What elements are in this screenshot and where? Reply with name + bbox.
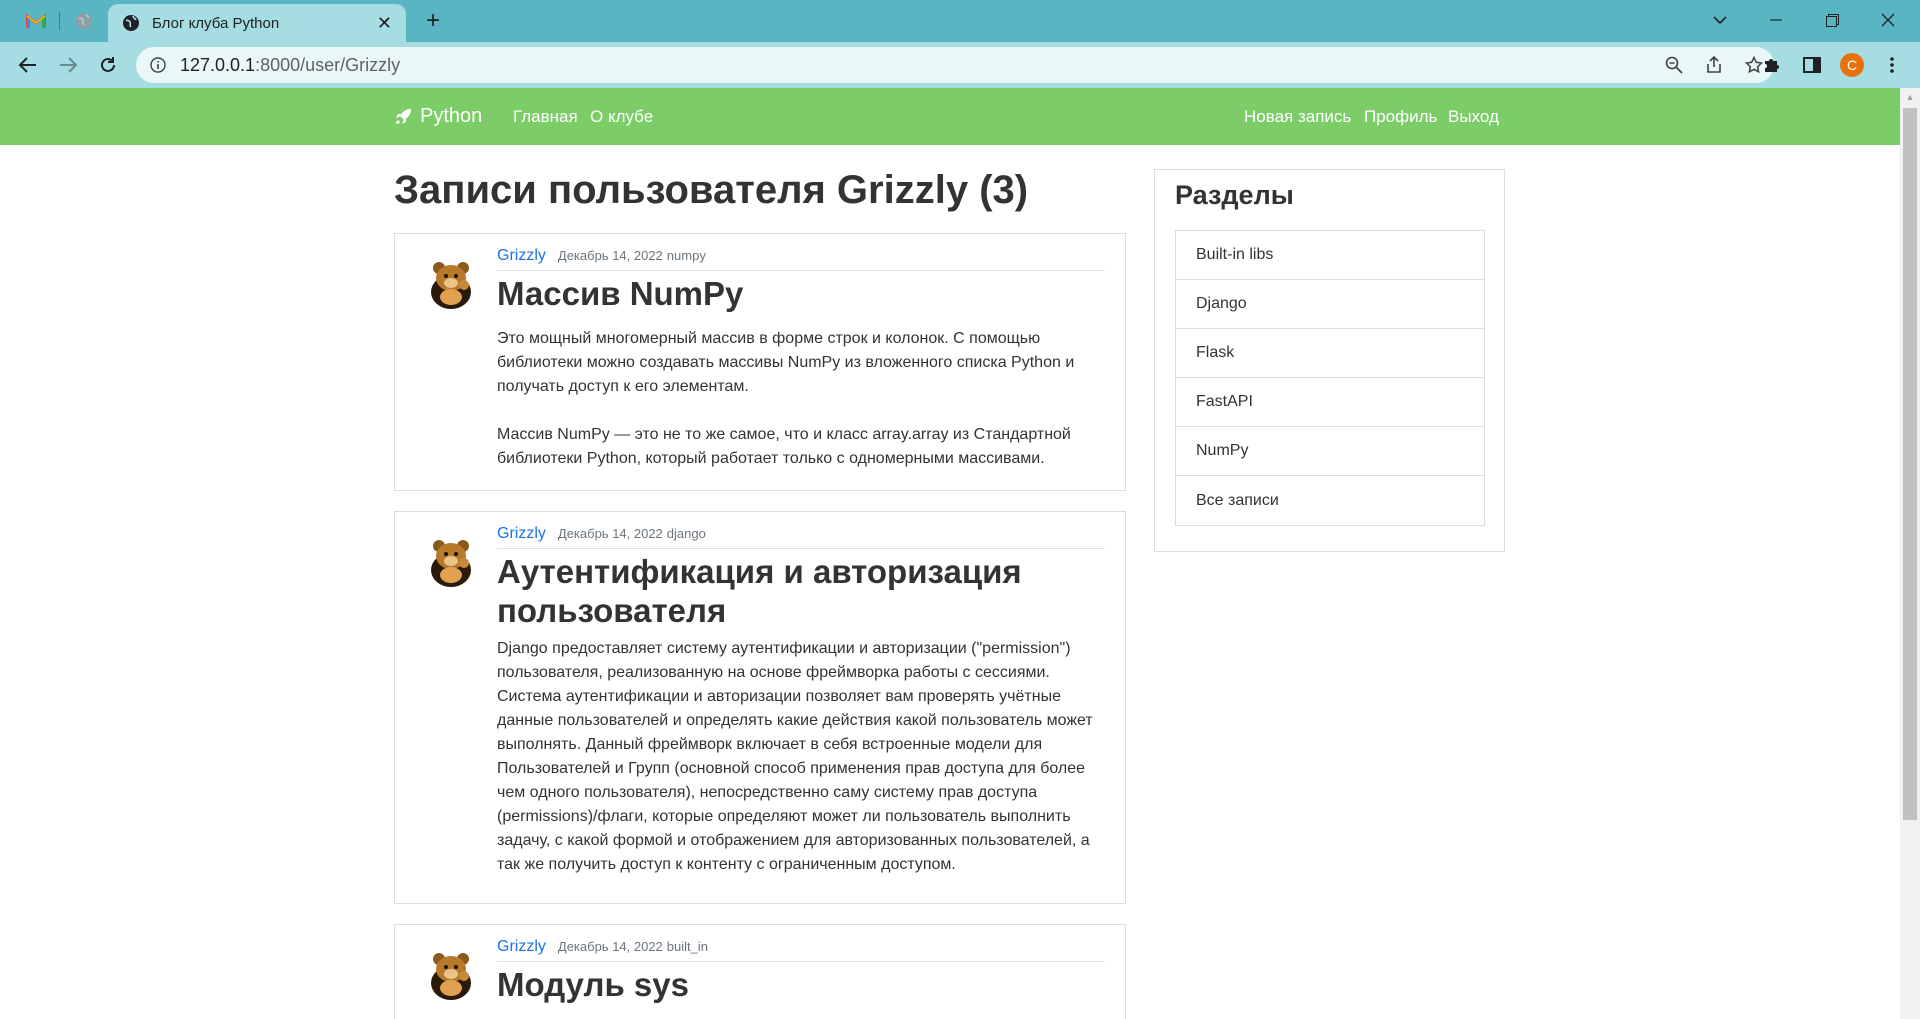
post-paragraph: Это мощный многомерный массив в форме ст…: [497, 330, 1075, 395]
restore-icon: [1825, 13, 1839, 27]
globe-icon: [123, 15, 139, 31]
scrollbar-thumb[interactable]: [1903, 108, 1917, 820]
profile-avatar: C: [1840, 53, 1864, 77]
post-body: Это мощный многомерный массив в форме ст…: [497, 327, 1105, 471]
post-category: numpy: [666, 248, 706, 263]
forward-button[interactable]: [52, 49, 84, 81]
plus-icon: +: [425, 7, 440, 34]
reload-button[interactable]: [92, 49, 124, 81]
category-item-flask[interactable]: Flask: [1176, 329, 1484, 378]
post-meta: Grizzly Декабрь 14, 2022 django: [497, 525, 1105, 549]
page-scrollbar[interactable]: ▲: [1900, 88, 1920, 1019]
tab-separator: [59, 12, 60, 30]
gmail-icon: [26, 13, 46, 28]
post-paragraph: Django предоставляет систему аутентифика…: [497, 640, 1093, 873]
browser-tab-strip: Блог клуба Python ✕ +: [0, 0, 1920, 42]
address-bar[interactable]: 127.0.0.1:8000/user/Grizzly: [136, 47, 1774, 83]
post-card: Grizzly Декабрь 14, 2022 numpy Массив Nu…: [394, 233, 1126, 491]
categories-sidebar: Разделы Built-in libs Django Flask FastA…: [1154, 169, 1505, 552]
pinned-web-tab[interactable]: [62, 6, 106, 36]
post-category: django: [666, 526, 706, 541]
nav-logout-link[interactable]: Выход: [1448, 107, 1499, 127]
site-navbar: Python Главная О клубе Новая запись Проф…: [0, 88, 1900, 145]
bear-avatar-icon: [431, 262, 471, 309]
url-host: 127.0.0.1: [180, 54, 256, 75]
side-panel-button[interactable]: [1796, 49, 1828, 81]
url-path: :8000/user/Grizzly: [255, 54, 401, 75]
post-author-link[interactable]: Grizzly: [497, 525, 546, 543]
tab-close-icon[interactable]: ✕: [377, 13, 392, 34]
scroll-up-arrow-icon[interactable]: ▲: [1900, 88, 1920, 106]
post-date: Декабрь 14, 2022: [557, 939, 663, 954]
post-author-link[interactable]: Grizzly: [497, 938, 546, 956]
nav-profile-link[interactable]: Профиль: [1364, 107, 1437, 127]
minimize-button[interactable]: [1752, 0, 1800, 40]
site-info-icon[interactable]: [146, 53, 170, 77]
post-category: built_in: [666, 939, 708, 954]
category-item-all-posts[interactable]: Все записи: [1176, 476, 1484, 525]
browser-menu-button[interactable]: [1876, 49, 1908, 81]
new-tab-button[interactable]: +: [418, 6, 448, 36]
gmail-tab[interactable]: [14, 6, 58, 36]
arrow-left-icon: [19, 57, 36, 73]
nav-new-post-link[interactable]: Новая запись: [1244, 107, 1351, 127]
sidebar-title: Разделы: [1175, 180, 1294, 210]
chevron-down-icon: [1713, 16, 1727, 25]
page-title: Записи пользователя Grizzly (3): [394, 168, 1029, 212]
side-panel-icon: [1803, 57, 1821, 73]
post-title[interactable]: Модуль sys: [497, 965, 1105, 1004]
bear-avatar-icon: [431, 953, 471, 1000]
tab-active[interactable]: Блог клуба Python ✕: [108, 4, 406, 42]
post-meta: Grizzly Декабрь 14, 2022 built_in: [497, 938, 1105, 962]
minimize-icon: [1770, 19, 1782, 21]
brand-link[interactable]: Python: [394, 105, 482, 128]
globe-icon: [76, 13, 92, 29]
category-item-numpy[interactable]: NumPy: [1176, 427, 1484, 476]
post-title[interactable]: Массив NumPy: [497, 274, 1105, 313]
post-author-link[interactable]: Grizzly: [497, 247, 546, 265]
tab-title: Блог клуба Python: [152, 14, 280, 32]
bear-avatar-icon: [431, 540, 471, 587]
url-text[interactable]: 127.0.0.1:8000/user/Grizzly: [180, 55, 1654, 76]
post-paragraph: Массив NumPy — это не то же самое, что и…: [497, 426, 1071, 467]
post-card: Grizzly Декабрь 14, 2022 django Аутентиф…: [394, 511, 1126, 904]
post-date: Декабрь 14, 2022: [557, 248, 663, 263]
back-button[interactable]: [12, 49, 44, 81]
close-window-button[interactable]: [1864, 0, 1912, 40]
post-title[interactable]: Аутентификация и авторизация пользовател…: [497, 552, 1105, 630]
category-list: Built-in libs Django Flask FastAPI NumPy…: [1175, 230, 1485, 526]
category-item-built-in[interactable]: Built-in libs: [1176, 231, 1484, 280]
kebab-menu-icon: [1890, 57, 1894, 73]
arrow-right-icon: [60, 57, 77, 73]
close-icon: [1881, 13, 1895, 27]
browser-toolbar: 127.0.0.1:8000/user/Grizzly C: [0, 42, 1920, 88]
zoom-icon[interactable]: [1654, 47, 1694, 83]
nav-about-link[interactable]: О клубе: [590, 107, 653, 127]
reload-icon: [101, 57, 115, 72]
category-item-django[interactable]: Django: [1176, 280, 1484, 329]
brand-label: Python: [420, 105, 483, 127]
page-viewport: Python Главная О клубе Новая запись Проф…: [0, 88, 1920, 1019]
restore-button[interactable]: [1808, 0, 1856, 40]
extensions-button[interactable]: [1756, 49, 1788, 81]
puzzle-icon: [1765, 59, 1779, 72]
profile-button[interactable]: C: [1836, 49, 1868, 81]
tab-search-button[interactable]: [1696, 0, 1744, 40]
post-card: Grizzly Декабрь 14, 2022 built_in Модуль…: [394, 924, 1126, 1019]
post-meta: Grizzly Декабрь 14, 2022 numpy: [497, 247, 1105, 271]
nav-home-link[interactable]: Главная: [513, 107, 578, 127]
rocket-icon: [396, 108, 411, 124]
post-date: Декабрь 14, 2022: [557, 526, 663, 541]
post-body: Django предоставляет систему аутентифика…: [497, 637, 1105, 877]
share-icon[interactable]: [1694, 47, 1734, 83]
category-item-fastapi[interactable]: FastAPI: [1176, 378, 1484, 427]
